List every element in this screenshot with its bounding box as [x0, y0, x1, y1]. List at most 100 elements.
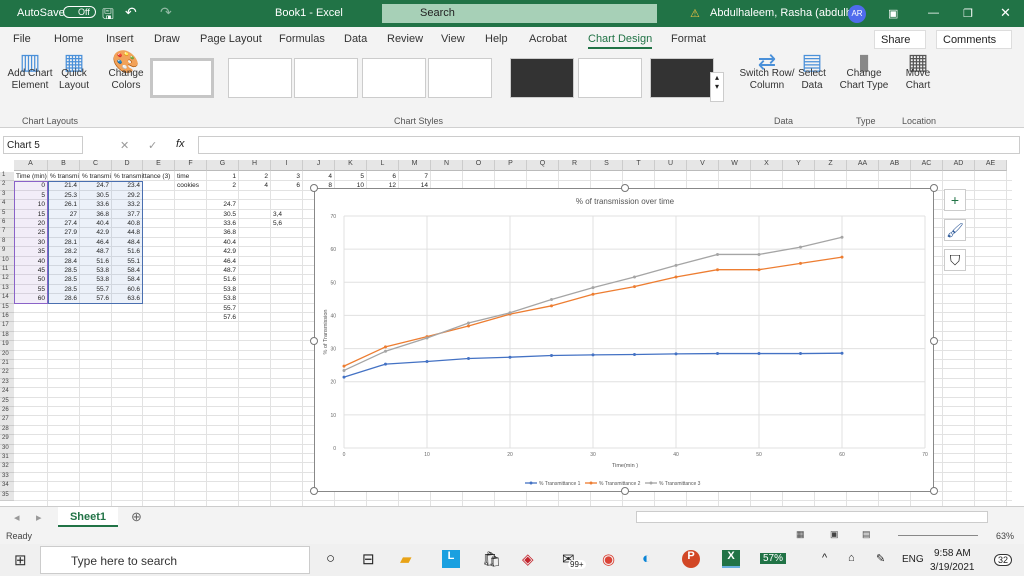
- chart-style-3[interactable]: [294, 58, 358, 98]
- column-header-T[interactable]: T: [623, 160, 655, 171]
- cell-A11[interactable]: 45: [14, 266, 45, 275]
- cell-B10[interactable]: 28.4: [48, 257, 77, 266]
- minimize-icon[interactable]: —: [928, 7, 939, 19]
- autosave-toggle[interactable]: Off: [63, 6, 96, 18]
- cell-D5[interactable]: 37.7: [112, 210, 140, 219]
- row-header[interactable]: 21: [0, 360, 14, 370]
- column-header-Y[interactable]: Y: [783, 160, 815, 171]
- column-header-H[interactable]: H: [239, 160, 271, 171]
- normal-view-icon[interactable]: ▦: [796, 529, 805, 540]
- cell-A13[interactable]: 55: [14, 285, 45, 294]
- row-header[interactable]: 28: [0, 425, 14, 436]
- edge-icon[interactable]: ◐: [642, 550, 651, 567]
- mcafee-icon[interactable]: ◈: [522, 550, 534, 568]
- tab-home[interactable]: Home: [54, 33, 83, 45]
- cell-C9[interactable]: 48.7: [80, 247, 109, 256]
- cell-D10[interactable]: 55.1: [112, 257, 140, 266]
- tab-page-layout[interactable]: Page Layout: [200, 33, 262, 45]
- styles-scroll[interactable]: ▴ ▾: [710, 72, 724, 102]
- column-header-U[interactable]: U: [655, 160, 687, 171]
- cell-D8[interactable]: 48.4: [112, 238, 140, 247]
- row-header[interactable]: 35: [0, 491, 14, 501]
- column-header-G[interactable]: G: [207, 160, 239, 171]
- cell-B4[interactable]: 26.1: [48, 200, 77, 209]
- sheet-tab-sheet1[interactable]: Sheet1: [58, 507, 118, 527]
- column-header-R[interactable]: R: [559, 160, 591, 171]
- cell-B8[interactable]: 28.1: [48, 238, 77, 247]
- row-header[interactable]: 14: [0, 294, 14, 304]
- column-header-V[interactable]: V: [687, 160, 719, 171]
- row-header[interactable]: 19: [0, 341, 14, 351]
- tab-help[interactable]: Help: [485, 33, 508, 45]
- task-view-icon[interactable]: ⊟: [362, 550, 375, 568]
- excel-icon[interactable]: X: [722, 550, 740, 568]
- chrome-icon[interactable]: ◉: [602, 550, 615, 568]
- column-header-O[interactable]: O: [463, 160, 495, 171]
- column-header-AA[interactable]: AA: [847, 160, 879, 171]
- file-explorer-icon[interactable]: ▰: [400, 550, 412, 568]
- cell-A6[interactable]: 20: [14, 219, 45, 228]
- cell-A10[interactable]: 40: [14, 257, 45, 266]
- enter-icon[interactable]: ✓: [148, 139, 157, 152]
- row-header[interactable]: 11: [0, 266, 14, 276]
- cell-A4[interactable]: 10: [14, 200, 45, 209]
- cell-M1[interactable]: 7: [399, 172, 428, 181]
- add-chart-element-button[interactable]: ▥ Add Chart Element: [4, 51, 56, 92]
- horizontal-scrollbar[interactable]: [636, 511, 988, 523]
- battery-indicator[interactable]: 57%: [760, 553, 787, 564]
- chart-styles-brush-button[interactable]: 🖌: [944, 219, 966, 241]
- column-header-I[interactable]: I: [271, 160, 303, 171]
- cell-C11[interactable]: 53.8: [80, 266, 109, 275]
- resize-handle[interactable]: [930, 337, 938, 345]
- cell-D6[interactable]: 40.8: [112, 219, 140, 228]
- chart-style-8[interactable]: [650, 58, 714, 98]
- cell-D13[interactable]: 60.6: [112, 285, 140, 294]
- row-header[interactable]: 12: [0, 275, 14, 285]
- resize-handle[interactable]: [310, 487, 318, 495]
- column-header-N[interactable]: N: [431, 160, 463, 171]
- cell-D1[interactable]: % transmittance (3): [114, 172, 170, 181]
- resize-handle[interactable]: [930, 487, 938, 495]
- row-header[interactable]: 10: [0, 256, 14, 266]
- resize-handle[interactable]: [621, 184, 629, 192]
- column-header-Q[interactable]: Q: [527, 160, 559, 171]
- cell-B6[interactable]: 27.4: [48, 219, 77, 228]
- resize-handle[interactable]: [930, 184, 938, 192]
- cell-A8[interactable]: 30: [14, 238, 45, 247]
- row-header[interactable]: 9: [0, 247, 14, 257]
- quick-layout-button[interactable]: ▦ Quick Layout: [54, 51, 94, 92]
- tab-insert[interactable]: Insert: [106, 33, 134, 45]
- select-data-button[interactable]: ▤ Select Data: [796, 51, 828, 92]
- cell-C5[interactable]: 36.8: [80, 210, 109, 219]
- cell-G13[interactable]: 53.8: [207, 285, 236, 294]
- column-header-K[interactable]: K: [335, 160, 367, 171]
- cell-A7[interactable]: 25: [14, 228, 45, 237]
- cell-A1[interactable]: Time (min): [16, 172, 47, 181]
- row-header[interactable]: 30: [0, 444, 14, 454]
- chart[interactable]: 0 10 20 30 40 50 60 70 0 10 20 30 40 50 60 70 % of trans…: [310, 184, 938, 495]
- row-header[interactable]: 2: [0, 181, 14, 191]
- switch-row-column-button[interactable]: ⇄ Switch Row/ Column: [738, 51, 796, 92]
- cell-G11[interactable]: 48.7: [207, 266, 236, 275]
- cell-C3[interactable]: 30.5: [80, 191, 109, 200]
- column-header-Z[interactable]: Z: [815, 160, 847, 171]
- tab-chart-design[interactable]: Chart Design: [588, 33, 653, 49]
- row-header[interactable]: 5: [0, 209, 14, 219]
- cortana-icon[interactable]: ○: [326, 550, 335, 567]
- cell-A5[interactable]: 15: [14, 210, 45, 219]
- avatar[interactable]: AR: [848, 5, 866, 23]
- row-header[interactable]: 1: [0, 172, 14, 182]
- cell-B12[interactable]: 28.5: [48, 275, 77, 284]
- cell-G1[interactable]: 1: [207, 172, 236, 181]
- notification-count[interactable]: 32: [994, 554, 1013, 566]
- column-header-W[interactable]: W: [719, 160, 751, 171]
- cell-F2[interactable]: cookies: [177, 181, 199, 190]
- cell-B13[interactable]: 28.5: [48, 285, 77, 294]
- row-header[interactable]: 7: [0, 228, 14, 238]
- tab-view[interactable]: View: [441, 33, 465, 45]
- app-l-icon[interactable]: L: [442, 550, 460, 568]
- row-header[interactable]: 3: [0, 190, 14, 201]
- row-header[interactable]: 16: [0, 313, 14, 323]
- column-header-AD[interactable]: AD: [943, 160, 975, 171]
- cell-F1[interactable]: time: [177, 172, 189, 181]
